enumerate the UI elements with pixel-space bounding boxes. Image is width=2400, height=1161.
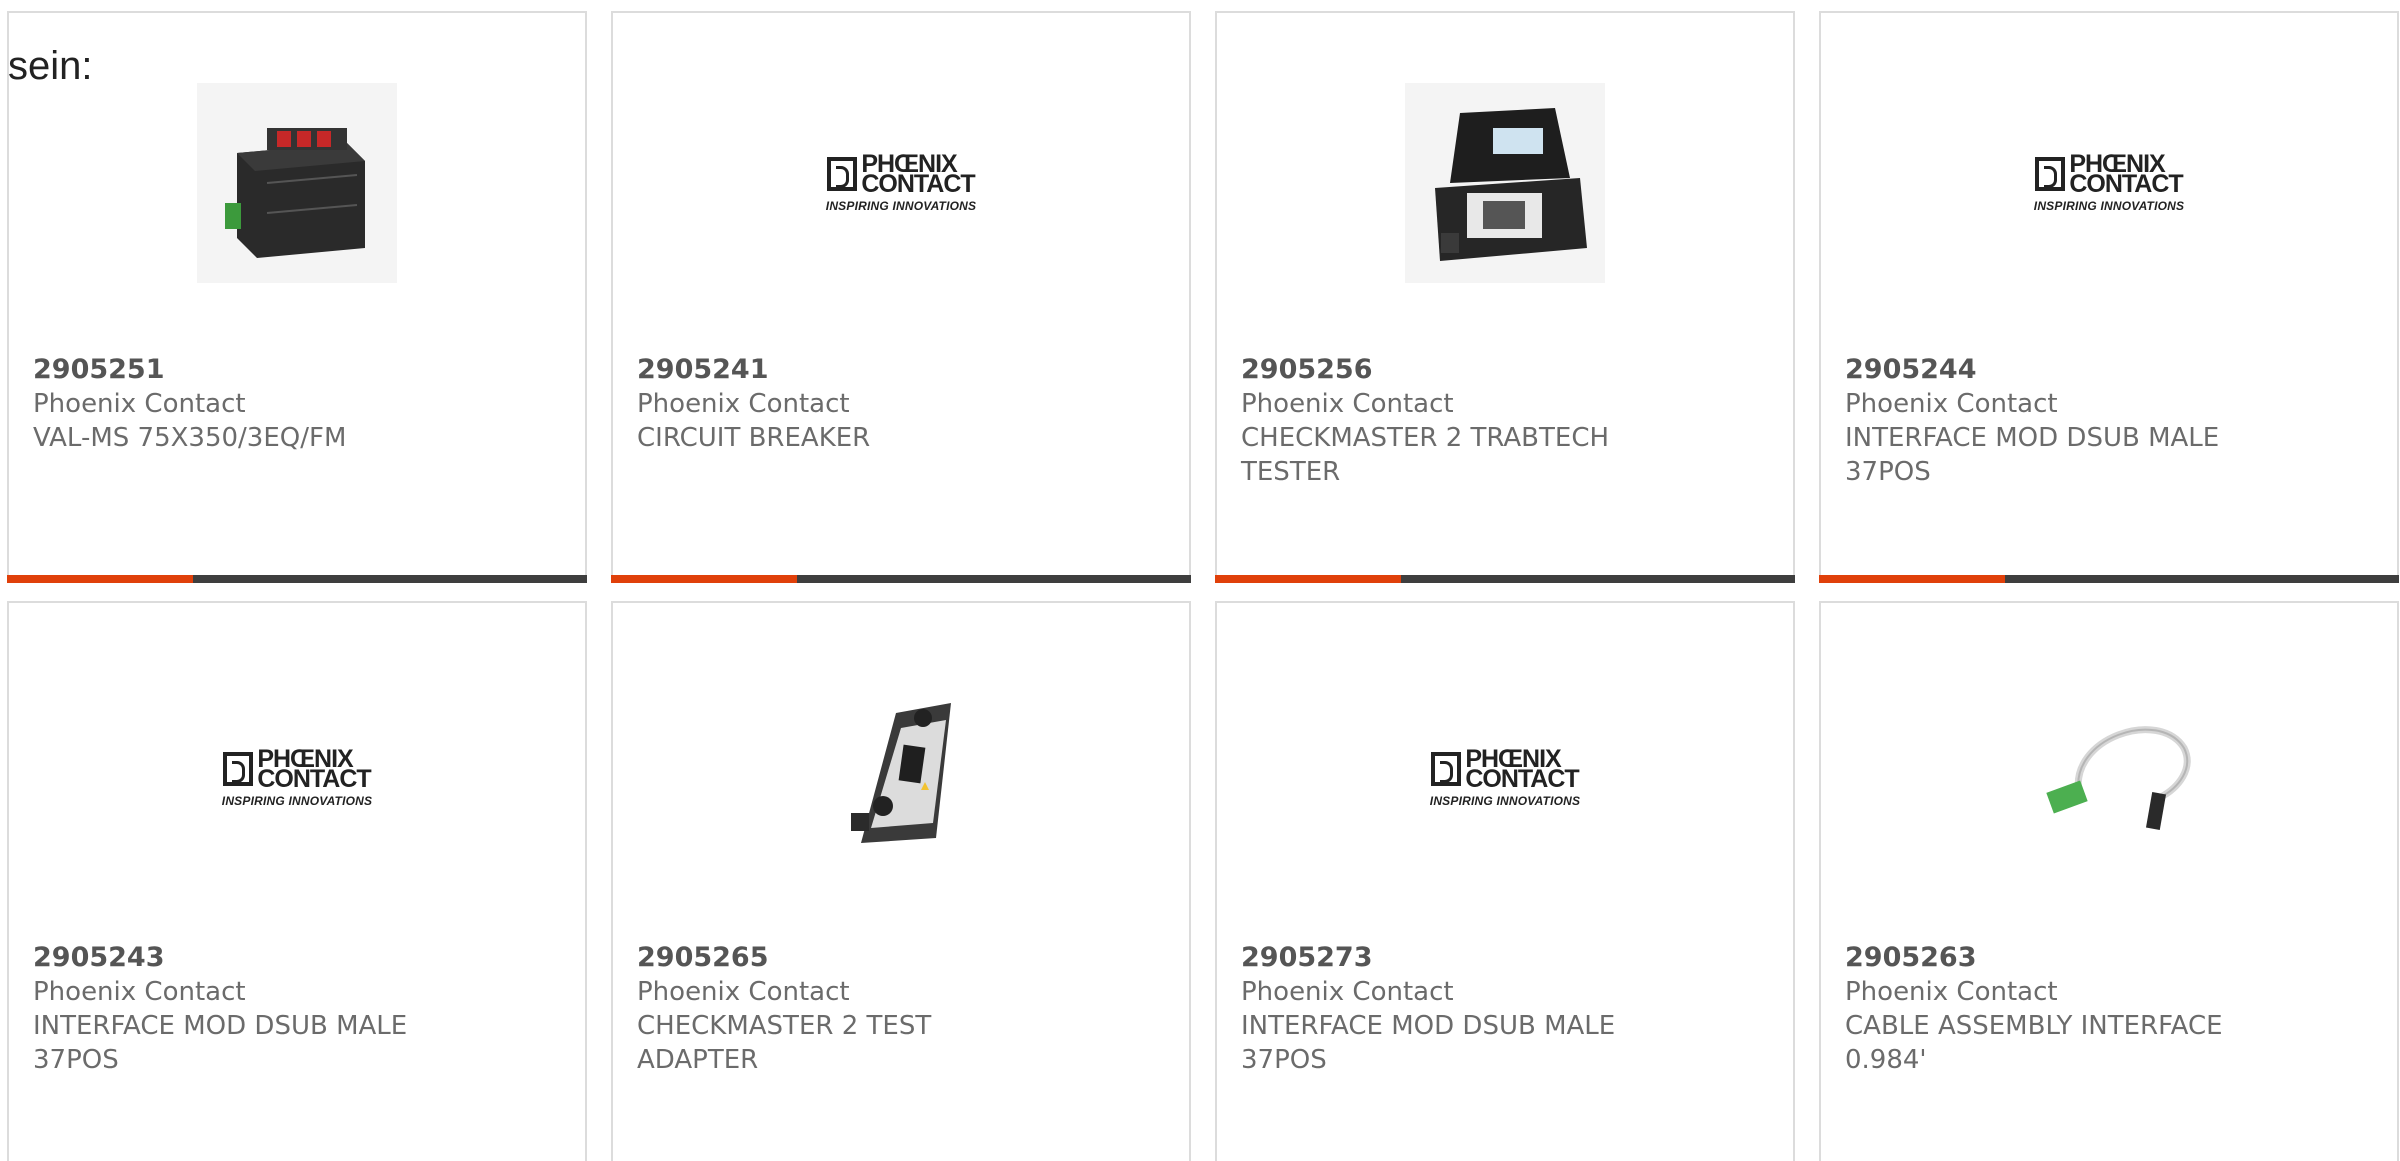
product-info: 2905256 Phoenix Contact CHECKMASTER 2 TR… <box>1241 353 1769 489</box>
product-image[interactable] <box>801 678 1001 878</box>
card-bar-accent <box>611 575 797 583</box>
product-card[interactable]: PHŒNIX CONTACT INSPIRING INNOVATIONS 290… <box>1215 601 1795 1161</box>
part-number[interactable]: 2905243 <box>33 941 561 975</box>
logo-tagline: INSPIRING INNOVATIONS <box>1429 793 1581 808</box>
card-bar <box>1215 575 1795 583</box>
part-number[interactable]: 2905263 <box>1845 941 2373 975</box>
product-card[interactable]: 2905265 Phoenix Contact CHECKMASTER 2 TE… <box>611 601 1191 1161</box>
phoenix-contact-logo: PHŒNIX CONTACT INSPIRING INNOVATIONS <box>197 746 397 808</box>
product-image[interactable] <box>1405 83 1605 283</box>
brand: Phoenix Contact <box>637 389 850 419</box>
card-bar <box>611 575 1191 583</box>
product-description: CHECKMASTER 2 TEST ADAPTER <box>637 1011 932 1075</box>
product-info: 2905265 Phoenix Contact CHECKMASTER 2 TE… <box>637 941 1165 1077</box>
card-bar-accent <box>7 575 193 583</box>
phoenix-logo-icon <box>223 751 254 786</box>
brand: Phoenix Contact <box>33 977 246 1007</box>
product-info: 2905251 Phoenix Contact VAL-MS 75X350/3E… <box>33 353 561 455</box>
product-description: CHECKMASTER 2 TRABTECH TESTER <box>1241 423 1610 487</box>
phoenix-contact-logo: PHŒNIX CONTACT INSPIRING INNOVATIONS <box>2009 151 2209 213</box>
product-image[interactable]: PHŒNIX CONTACT INSPIRING INNOVATIONS <box>1405 678 1605 878</box>
product-description: CIRCUIT BREAKER <box>637 423 871 453</box>
brand: Phoenix Contact <box>637 977 850 1007</box>
lead-text: sein: <box>8 44 93 88</box>
card-bar <box>1819 575 2399 583</box>
logo-line2: CONTACT <box>2069 169 2183 198</box>
brand: Phoenix Contact <box>1845 389 2058 419</box>
product-card[interactable]: PHŒNIX CONTACT INSPIRING INNOVATIONS 290… <box>1819 11 2399 583</box>
brand: Phoenix Contact <box>1241 389 1454 419</box>
part-number[interactable]: 2905273 <box>1241 941 1769 975</box>
logo-line2: CONTACT <box>861 169 975 198</box>
product-grid: sein: 2905251 Phoenix Contact VAL-MS 75X… <box>0 0 2400 1161</box>
brand: Phoenix Contact <box>1241 977 1454 1007</box>
logo-tagline: INSPIRING INNOVATIONS <box>221 793 373 808</box>
brand: Phoenix Contact <box>1845 977 2058 1007</box>
surge-protector-image <box>197 83 397 283</box>
logo-tagline: INSPIRING INNOVATIONS <box>825 198 977 213</box>
product-image[interactable]: PHŒNIX CONTACT INSPIRING INNOVATIONS <box>197 678 397 878</box>
product-description: INTERFACE MOD DSUB MALE 37POS <box>33 1011 408 1075</box>
card-bar-accent <box>1819 575 2005 583</box>
phoenix-contact-logo: PHŒNIX CONTACT INSPIRING INNOVATIONS <box>1405 746 1605 808</box>
part-number[interactable]: 2905251 <box>33 353 561 387</box>
part-number[interactable]: 2905244 <box>1845 353 2373 387</box>
product-description: CABLE ASSEMBLY INTERFACE 0.984' <box>1845 1011 2223 1075</box>
product-card[interactable]: PHŒNIX CONTACT INSPIRING INNOVATIONS 290… <box>7 601 587 1161</box>
product-info: 2905241 Phoenix Contact CIRCUIT BREAKER <box>637 353 1165 455</box>
card-bar-accent <box>1215 575 1401 583</box>
part-number[interactable]: 2905265 <box>637 941 1165 975</box>
product-image[interactable] <box>197 83 397 283</box>
product-info: 2905263 Phoenix Contact CABLE ASSEMBLY I… <box>1845 941 2373 1077</box>
product-description: INTERFACE MOD DSUB MALE 37POS <box>1845 423 2220 487</box>
logo-line2: CONTACT <box>257 764 371 793</box>
product-image[interactable]: PHŒNIX CONTACT INSPIRING INNOVATIONS <box>2009 83 2209 283</box>
product-card[interactable]: 2905256 Phoenix Contact CHECKMASTER 2 TR… <box>1215 11 1795 583</box>
product-card[interactable]: 2905251 Phoenix Contact VAL-MS 75X350/3E… <box>7 11 587 583</box>
logo-line2: CONTACT <box>1465 764 1579 793</box>
product-image[interactable] <box>2009 678 2209 878</box>
phoenix-logo-icon <box>2035 156 2066 191</box>
part-number[interactable]: 2905241 <box>637 353 1165 387</box>
test-adapter-image <box>801 678 1001 878</box>
product-description: VAL-MS 75X350/3EQ/FM <box>33 423 347 453</box>
logo-tagline: INSPIRING INNOVATIONS <box>2033 198 2185 213</box>
phoenix-contact-logo: PHŒNIX CONTACT INSPIRING INNOVATIONS <box>801 151 1001 213</box>
card-bar <box>7 575 587 583</box>
cable-assembly-image <box>2009 678 2209 878</box>
product-card[interactable]: PHŒNIX CONTACT INSPIRING INNOVATIONS 290… <box>611 11 1191 583</box>
phoenix-logo-icon <box>827 156 858 191</box>
product-info: 2905243 Phoenix Contact INTERFACE MOD DS… <box>33 941 561 1077</box>
part-number[interactable]: 2905256 <box>1241 353 1769 387</box>
brand: Phoenix Contact <box>33 389 246 419</box>
tester-case-image <box>1405 83 1605 283</box>
product-image[interactable]: PHŒNIX CONTACT INSPIRING INNOVATIONS <box>801 83 1001 283</box>
product-info: 2905244 Phoenix Contact INTERFACE MOD DS… <box>1845 353 2373 489</box>
product-card[interactable]: 2905263 Phoenix Contact CABLE ASSEMBLY I… <box>1819 601 2399 1161</box>
phoenix-logo-icon <box>1431 751 1462 786</box>
product-info: 2905273 Phoenix Contact INTERFACE MOD DS… <box>1241 941 1769 1077</box>
product-description: INTERFACE MOD DSUB MALE 37POS <box>1241 1011 1616 1075</box>
